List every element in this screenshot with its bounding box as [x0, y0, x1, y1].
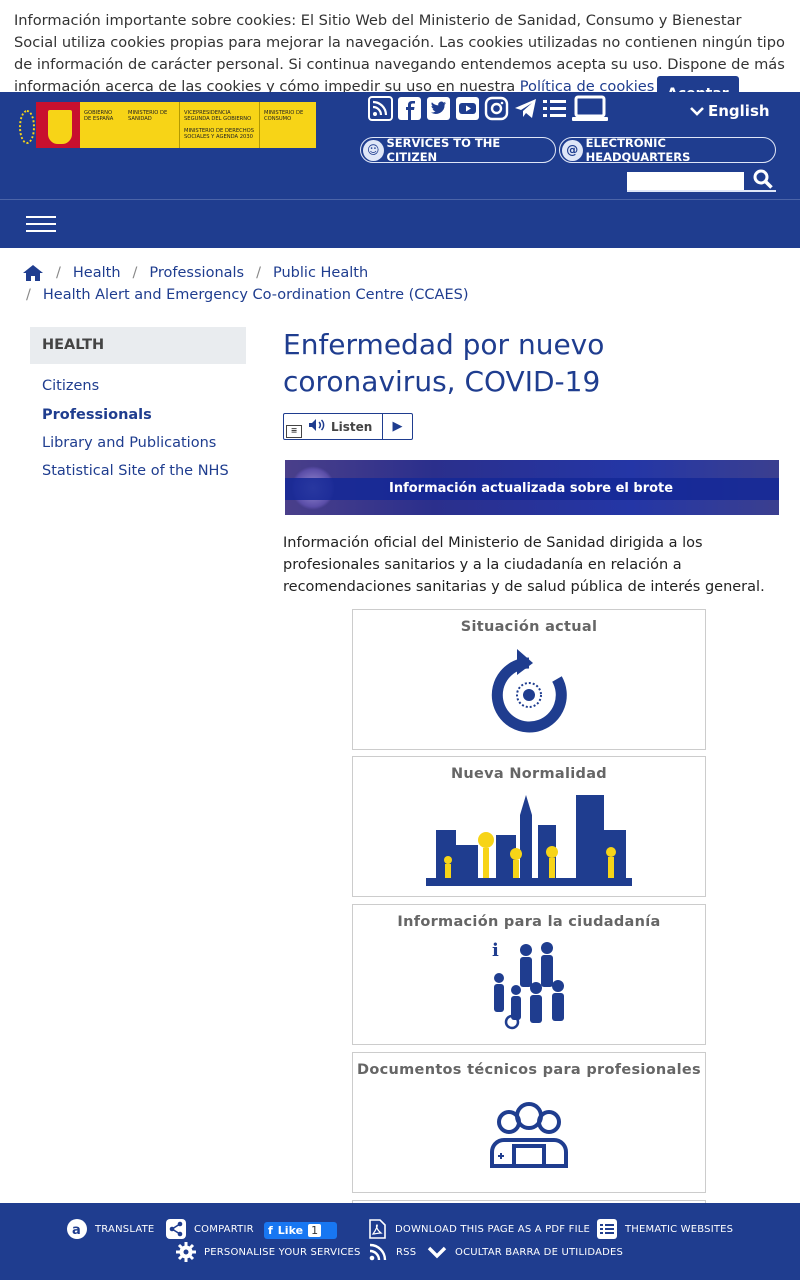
card-situacion-actual[interactable]: Situación actual — [352, 609, 706, 750]
headquarters-label: ELECTRONIC HEADQUARTERS — [585, 136, 691, 164]
speaker-icon — [308, 418, 326, 435]
card-nueva-normalidad[interactable]: Nueva Normalidad — [352, 756, 706, 897]
telegram-icon[interactable] — [513, 94, 538, 122]
language-label: English — [708, 102, 770, 120]
card-title: Nueva Normalidad — [450, 766, 607, 782]
services-label: SERVICES TO THE CITIZEN — [386, 136, 501, 164]
card-documentos-tecnicos[interactable]: Documentos técnicos para profesionales — [352, 1052, 706, 1193]
listen-button[interactable]: ≡ Listen ▶ — [283, 413, 413, 440]
rss-icon — [368, 1242, 388, 1262]
page-title: Enfermedad por nuevo coronavirus, COVID-… — [283, 328, 605, 398]
utilities-toolbar: a TRANSLATE COMPARTIR f Like 1 DOWNLOAD … — [0, 1203, 800, 1280]
facebook-like-button[interactable]: f Like 1 — [264, 1222, 337, 1239]
list-icon — [597, 1219, 617, 1239]
logo-consumo-text: MINISTERIO DE CONSUMO — [259, 102, 315, 148]
svg-text:i: i — [492, 940, 499, 961]
pdf-label: DOWNLOAD THIS PAGE AS A PDF FILE — [395, 1223, 591, 1235]
rss-button[interactable]: RSS — [368, 1242, 416, 1262]
language-selector[interactable]: English — [690, 102, 770, 120]
cookie-banner: Información importante sobre cookies: El… — [0, 0, 800, 100]
share-icon — [166, 1219, 186, 1239]
professionals-group-icon — [490, 1102, 568, 1168]
thematic-websites-button[interactable]: THEMATIC WEBSITES — [597, 1219, 733, 1239]
laptop-icon[interactable] — [571, 94, 609, 122]
card-title: Situación actual — [460, 619, 598, 635]
breadcrumb-health[interactable]: Health — [73, 262, 121, 284]
translate-label: TRANSLATE — [95, 1223, 155, 1235]
outbreak-banner[interactable]: Información actualizada sobre el brote — [285, 460, 779, 515]
facebook-icon[interactable] — [397, 94, 422, 122]
chevron-down-icon — [690, 102, 704, 120]
at-sign-icon: @ — [562, 139, 583, 161]
site-header: GOBIERNO DE ESPAÑA MINISTERIO DE SANIDAD… — [0, 92, 800, 248]
menu-icon[interactable]: ≡ — [286, 425, 302, 438]
youtube-icon[interactable] — [455, 94, 480, 122]
card-title: Información para la ciudadanía — [397, 914, 661, 930]
logo-gov-text: GOBIERNO DE ESPAÑA — [84, 110, 114, 122]
like-label: Like — [277, 1224, 304, 1237]
spain-coat-of-arms-icon — [36, 102, 80, 148]
sidebar-item-citizens[interactable]: Citizens — [42, 378, 99, 394]
services-to-citizen-button[interactable]: ☺ SERVICES TO THE CITIZEN — [360, 136, 556, 164]
sidebar-item-professionals[interactable]: Professionals — [42, 407, 152, 423]
breadcrumb-separator: / — [132, 265, 138, 281]
sidebar-item-library[interactable]: Library and Publications — [42, 435, 216, 451]
home-icon[interactable] — [22, 264, 44, 282]
share-button[interactable]: COMPARTIR — [166, 1219, 254, 1239]
thematic-label: THEMATIC WEBSITES — [625, 1223, 734, 1235]
hide-toolbar-button[interactable]: OCULTAR BARRA DE UTILIDADES — [427, 1242, 623, 1262]
breadcrumb: / Health / Professionals / Public Health… — [22, 262, 469, 306]
personalise-services-button[interactable]: PERSONALISE YOUR SERVICES — [176, 1242, 361, 1262]
logo-ministry-text: MINISTERIO DE SANIDAD — [128, 110, 168, 122]
breadcrumb-separator: / — [256, 265, 261, 281]
listen-label: Listen — [331, 419, 373, 434]
banner-text: Información actualizada sobre el brote — [389, 481, 674, 496]
sidebar-item-statistical-site[interactable]: Statistical Site of the NHS — [42, 463, 229, 479]
amazon-a-icon: a — [67, 1219, 87, 1239]
pdf-icon — [367, 1219, 387, 1239]
breadcrumb-separator: / — [26, 287, 31, 303]
breadcrumb-separator: / — [56, 265, 61, 281]
twitter-icon[interactable] — [426, 94, 451, 122]
play-icon[interactable]: ▶ — [382, 414, 412, 439]
social-links — [368, 94, 609, 126]
refresh-virus-icon — [491, 649, 567, 733]
hamburger-menu-icon[interactable] — [26, 216, 56, 234]
rss-icon[interactable] — [368, 94, 393, 122]
share-label: COMPARTIR — [194, 1223, 254, 1235]
download-pdf-button[interactable]: DOWNLOAD THIS PAGE AS A PDF FILE — [367, 1219, 590, 1239]
translate-button[interactable]: a TRANSLATE — [67, 1219, 154, 1239]
header-divider — [0, 199, 800, 200]
search-icon[interactable] — [752, 168, 774, 190]
government-logo[interactable]: GOBIERNO DE ESPAÑA MINISTERIO DE SANIDAD… — [16, 102, 316, 148]
list-icon[interactable] — [542, 94, 567, 122]
sidebar-heading: HEALTH — [30, 327, 246, 364]
gear-icon — [176, 1242, 196, 1262]
intro-paragraph: Información oficial del Ministerio de Sa… — [283, 535, 765, 595]
svg-text:a: a — [72, 1223, 81, 1238]
card-informacion-ciudadania[interactable]: Información para la ciudadanía i — [352, 904, 706, 1045]
people-icon: ☺ — [363, 139, 384, 161]
search-underline — [627, 190, 776, 192]
card-title: Documentos técnicos para profesionales — [357, 1062, 701, 1078]
search-input[interactable] — [627, 172, 744, 190]
personalise-label: PERSONALISE YOUR SERVICES — [204, 1246, 361, 1258]
rss-label: RSS — [396, 1246, 417, 1258]
hide-label: OCULTAR BARRA DE UTILIDADES — [455, 1246, 624, 1258]
chevron-down-icon — [427, 1242, 447, 1262]
electronic-headquarters-button[interactable]: @ ELECTRONIC HEADQUARTERS — [559, 136, 776, 164]
logo-vp-text: VICEPRESIDENCIA SEGUNDA DEL GOBIERNO MINI… — [179, 102, 259, 148]
breadcrumb-professionals[interactable]: Professionals — [149, 262, 244, 284]
like-count: 1 — [308, 1224, 322, 1237]
breadcrumb-ccaes[interactable]: Health Alert and Emergency Co-ordination… — [43, 284, 469, 306]
eu-flag-icon — [16, 102, 36, 148]
thumbs-up-icon: f — [268, 1224, 273, 1237]
citizens-info-icon: i — [492, 940, 564, 1030]
instagram-icon[interactable] — [484, 94, 509, 122]
city-people-icon — [426, 795, 632, 886]
breadcrumb-public-health[interactable]: Public Health — [273, 262, 368, 284]
